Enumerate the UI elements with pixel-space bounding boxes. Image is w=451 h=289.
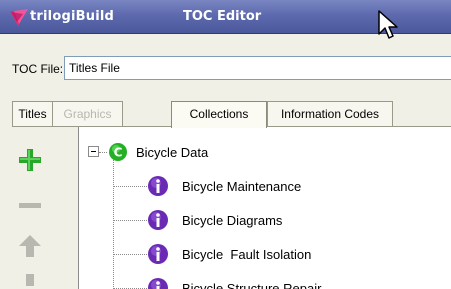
title-bar: trilogiBuild TOC Editor [0,0,451,39]
info-icon [148,210,168,230]
tab-graphics[interactable]: Graphics [52,101,123,127]
tree-connector [99,152,107,153]
tab-information-codes[interactable]: Information Codes [267,101,393,127]
tab-bar: Titles Graphics Collections Information … [12,101,451,128]
arrow-up-icon[interactable] [17,233,43,259]
minus-icon[interactable] [17,192,43,218]
window-title: TOC Editor [183,9,262,24]
arrow-down-icon[interactable] [17,274,43,289]
mouse-cursor-icon [378,10,398,39]
tree-item[interactable]: Bicycle Fault Isolation [113,243,433,265]
collection-icon: C [109,143,127,161]
tree-item-label: Bicycle Structure Repair [182,281,322,289]
svg-text:C: C [114,146,123,160]
tree-item-label: Bicycle Fault Isolation [182,247,312,262]
tree-root-label: Bicycle Data [136,145,209,160]
tree-item-label: Bicycle Diagrams [182,213,283,228]
tree-connector [113,186,147,187]
tree-item[interactable]: Bicycle Diagrams [113,209,433,231]
toc-file-input[interactable]: Titles File [64,56,451,80]
app-name: trilogiBuild [30,9,115,24]
tree-item[interactable]: Bicycle Maintenance [113,175,433,197]
tree-connector [113,220,147,221]
tree-item[interactable]: Bicycle Structure Repair [113,277,433,289]
toc-file-label: TOC File: [12,62,64,76]
app-logo-icon [10,9,28,26]
tree-item-label: Bicycle Maintenance [182,179,302,194]
tree-connector [113,254,147,255]
info-icon [148,176,168,196]
tab-collections[interactable]: Collections [171,101,267,128]
info-icon [148,278,168,289]
info-icon [148,244,168,264]
tab-titles[interactable]: Titles [12,101,53,127]
plus-icon[interactable] [17,147,43,173]
collapse-toggle-icon[interactable] [88,146,99,157]
